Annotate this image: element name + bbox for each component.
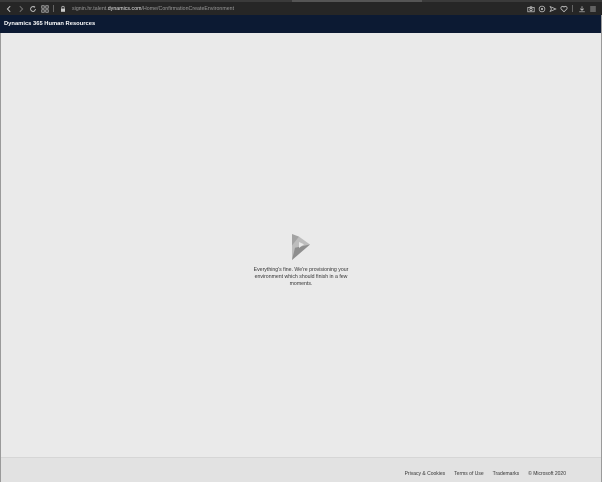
url-path: /Home/ConfirmationCreateEnvironment [141,5,235,12]
footer-links: Privacy & Cookies Terms of Use Trademark… [405,471,566,477]
forward-icon[interactable] [15,3,26,14]
address-bar[interactable]: signin.hr.talent.dynamics.com/Home/Confi… [72,6,234,12]
reload-icon[interactable] [27,3,38,14]
privacy-cookies-link[interactable]: Privacy & Cookies [405,471,446,477]
browser-toolbar: signin.hr.talent.dynamics.com/Home/Confi… [0,2,602,15]
send-icon[interactable] [547,3,558,14]
url-domain: dynamics.com [107,5,142,12]
lock-icon[interactable] [57,3,68,14]
toolbar-divider [53,5,54,12]
app-header: Dynamics 365 Human Resources [0,15,602,33]
footer: Privacy & Cookies Terms of Use Trademark… [1,457,601,482]
toolbar-divider-right [572,5,573,12]
shield-icon[interactable] [536,3,547,14]
toolbar-right-icons [525,2,598,15]
window-edge-left [0,33,1,482]
trademarks-link[interactable]: Trademarks [493,471,520,477]
apps-icon[interactable] [39,3,50,14]
provisioning-message: Everything's fine. We're provisioning yo… [253,267,349,287]
copyright-text: © Microsoft 2020 [528,471,566,477]
heart-icon[interactable] [558,3,569,14]
provisioning-status: Everything's fine. We're provisioning yo… [1,234,601,287]
back-icon[interactable] [3,3,14,14]
app-title[interactable]: Dynamics 365 Human Resources [4,21,95,27]
camera-icon[interactable] [525,3,536,14]
menu-icon[interactable] [587,3,598,14]
url-prefix: signin.hr.talent. [72,5,108,12]
dynamics-logo-icon [292,234,310,260]
terms-of-use-link[interactable]: Terms of Use [454,471,483,477]
nav-buttons [3,3,50,14]
download-icon[interactable] [576,3,587,14]
main-content: Everything's fine. We're provisioning yo… [1,33,601,457]
